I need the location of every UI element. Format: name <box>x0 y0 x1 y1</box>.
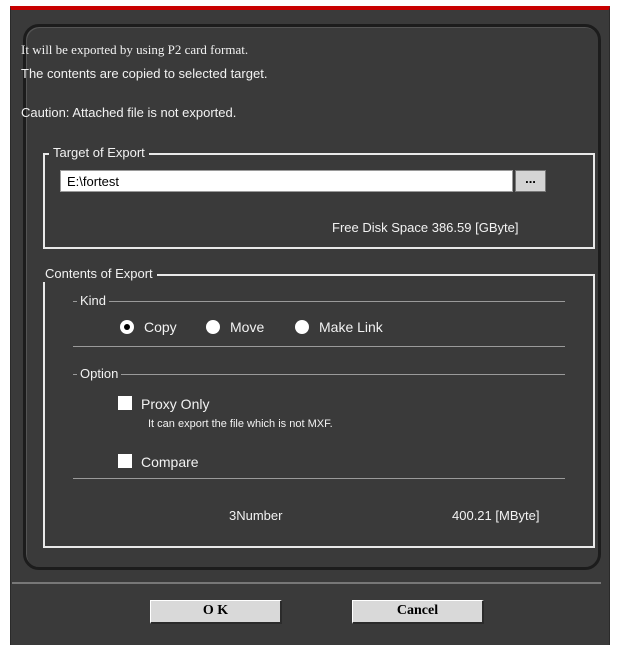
move-radio[interactable] <box>206 320 220 334</box>
free-disk-space-unit: [GByte] <box>475 220 519 235</box>
option-label: Option <box>77 366 122 381</box>
browse-button[interactable]: ... <box>515 170 546 192</box>
export-path-input[interactable]: E:\fortest <box>60 170 513 192</box>
free-disk-space-readout: Free Disk Space 386.59 [GByte] <box>332 220 518 235</box>
cancel-button[interactable]: Cancel <box>352 600 484 624</box>
kind-label: Kind <box>77 293 110 308</box>
copy-radio[interactable] <box>120 320 134 334</box>
free-disk-space-label: Free Disk Space <box>332 220 429 235</box>
move-radio-label[interactable]: Move <box>230 319 264 335</box>
free-disk-space-value: 386.59 <box>431 220 472 235</box>
caution-text: Caution: Attached file is not exported. <box>21 105 237 120</box>
contents-of-export-group: Contents of Export <box>41 266 595 548</box>
proxy-only-note: It can export the file which is not MXF. <box>148 418 333 430</box>
make-link-radio[interactable] <box>295 320 309 334</box>
kind-bottom-separator <box>73 346 565 347</box>
kind-separator <box>73 301 565 302</box>
contents-of-export-legend: Contents of Export <box>41 266 157 282</box>
copy-radio-label[interactable]: Copy <box>144 319 177 335</box>
button-area-divider <box>12 582 601 584</box>
proxy-only-label[interactable]: Proxy Only <box>141 396 209 412</box>
ok-button[interactable]: O K <box>150 600 282 624</box>
intro-format-text: It will be exported by using P2 card for… <box>21 42 249 57</box>
option-separator <box>73 374 565 375</box>
compare-checkbox[interactable] <box>118 454 132 468</box>
compare-label[interactable]: Compare <box>141 454 199 470</box>
make-link-radio-label[interactable]: Make Link <box>319 319 383 335</box>
target-of-export-legend: Target of Export <box>49 145 149 161</box>
intro-copy-text: The contents are copied to selected targ… <box>21 66 268 81</box>
proxy-only-checkbox[interactable] <box>118 396 132 410</box>
item-count: 3Number <box>229 508 283 523</box>
total-size: 400.21 [MByte] <box>452 508 540 523</box>
option-bottom-separator <box>73 478 565 479</box>
